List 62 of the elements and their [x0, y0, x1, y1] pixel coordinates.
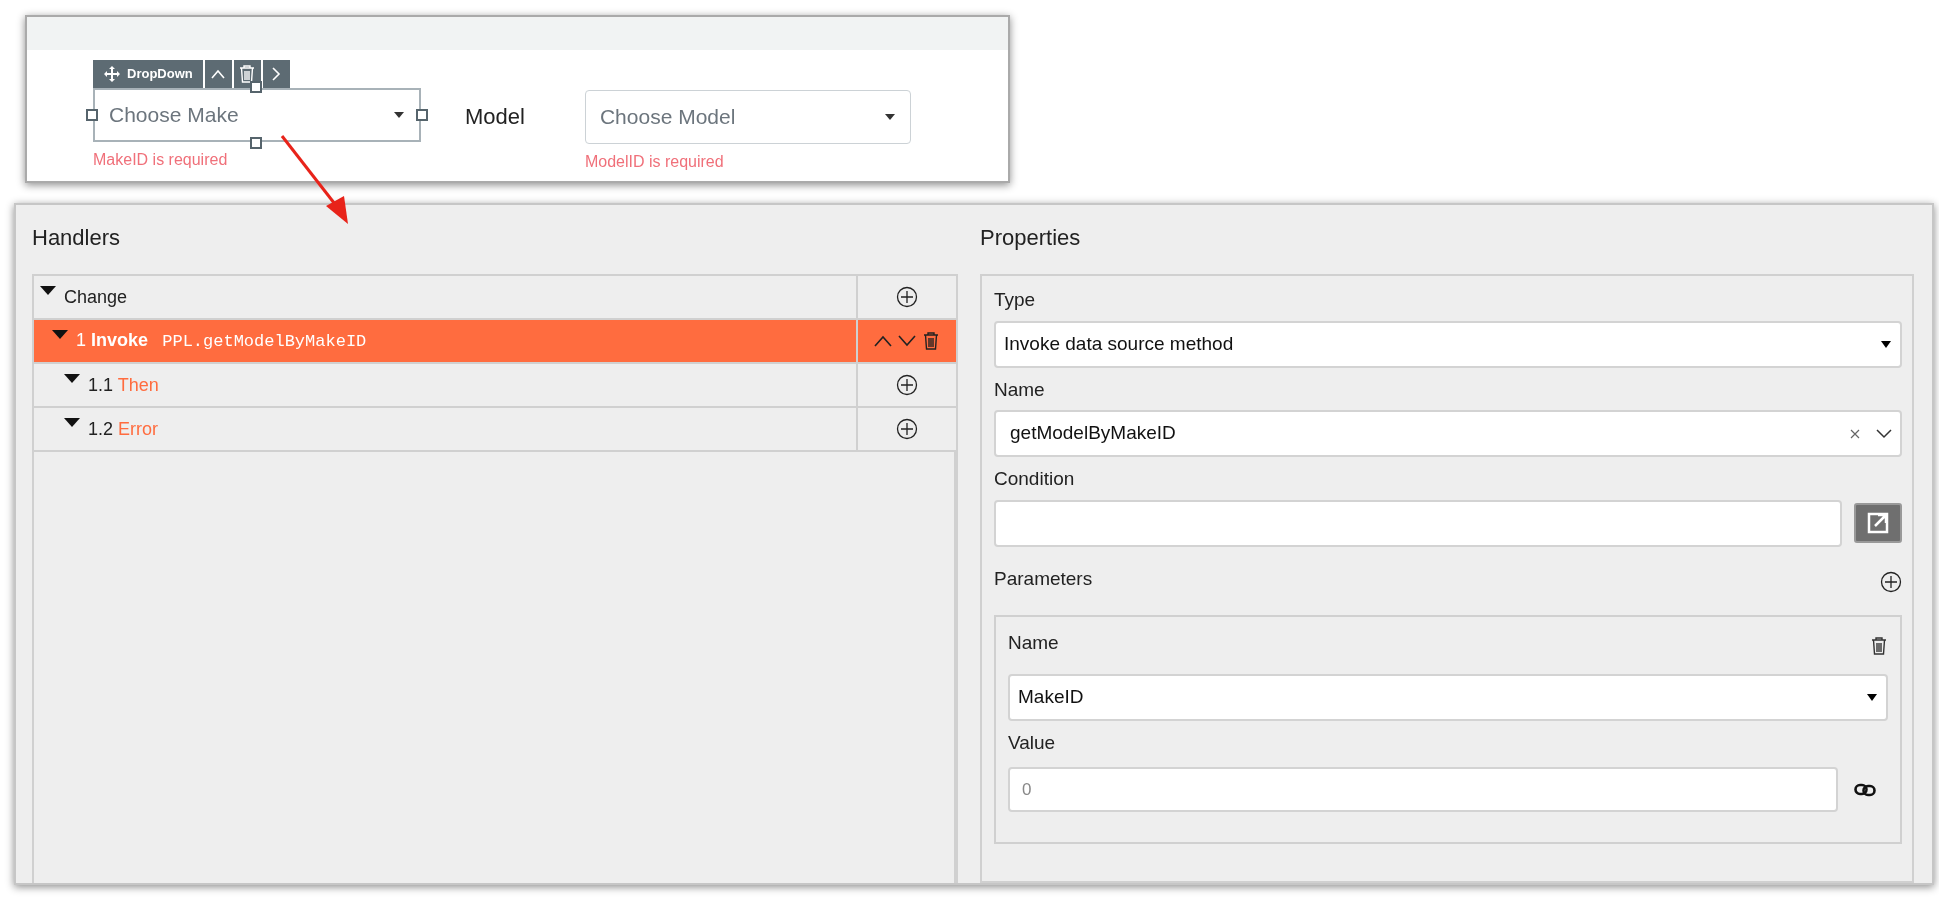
resize-handle[interactable] — [250, 81, 262, 93]
trash-icon — [1870, 636, 1888, 657]
name-select[interactable]: getModelByMakeID — [994, 410, 1902, 457]
dropdown[interactable]: Choose Model — [584, 90, 911, 144]
trash-icon — [238, 64, 257, 84]
resize-handle[interactable] — [416, 109, 428, 121]
condition-field[interactable] — [994, 499, 1842, 547]
trash-icon — [922, 331, 940, 351]
add-button[interactable] — [896, 374, 918, 396]
validation-error: MakeID is required — [93, 150, 229, 170]
caret-icon — [1866, 693, 1878, 701]
chevron-up-icon — [874, 335, 892, 347]
delete-button[interactable] — [1870, 636, 1888, 657]
resize-handle[interactable] — [250, 137, 262, 149]
move-down-button[interactable] — [898, 335, 916, 347]
field-label: Name — [994, 377, 1046, 402]
handler-row[interactable]: 1.1 Then — [34, 364, 956, 408]
panel-title: Handlers — [32, 224, 122, 252]
add-button[interactable] — [1880, 570, 1902, 593]
next-button[interactable] — [262, 60, 290, 88]
type-select[interactable]: Invoke data source method — [994, 320, 1902, 368]
link-icon — [1854, 782, 1876, 797]
chevron-down-icon[interactable] — [1876, 428, 1892, 439]
plus-circle-icon — [896, 286, 918, 308]
section-title: Parameters — [994, 566, 1093, 591]
link-button[interactable] — [1854, 782, 1876, 797]
value-field[interactable]: 0 — [1008, 767, 1838, 812]
plus-circle-icon — [896, 374, 918, 396]
move-up-button[interactable] — [204, 60, 232, 88]
external-link-icon — [1867, 512, 1889, 534]
field-label: Type — [994, 288, 1037, 312]
move-up-button[interactable] — [874, 335, 892, 347]
field-label: Value — [1008, 730, 1057, 755]
drag-handle[interactable]: DropDown — [93, 60, 203, 88]
add-button[interactable] — [896, 418, 918, 440]
handler-row[interactable]: 1.2 Error — [34, 408, 956, 452]
field-label: Name — [1008, 631, 1059, 655]
plus-circle-icon — [1880, 570, 1902, 593]
field-label: Condition — [994, 467, 1076, 491]
caret-icon — [393, 111, 405, 119]
handler-label: 1.1 Then — [88, 373, 159, 397]
resize-handle[interactable] — [86, 109, 98, 121]
add-button[interactable] — [896, 286, 918, 308]
caret-icon — [883, 113, 896, 121]
chevron-up-icon — [211, 69, 226, 79]
dropdown[interactable]: Choose Make — [93, 88, 421, 142]
open-editor-button[interactable] — [1854, 503, 1902, 543]
chevron-down-icon — [898, 335, 916, 347]
validation-error: ModelID is required — [584, 152, 725, 172]
delete-button[interactable] — [233, 60, 261, 88]
event-name: Change — [64, 285, 128, 309]
delete-button[interactable] — [922, 331, 940, 351]
parameter-select[interactable]: MakeID — [1008, 673, 1888, 721]
handler-label: 1.2 Error — [88, 417, 159, 441]
clear-icon[interactable] — [1850, 428, 1860, 439]
caret-icon — [1880, 340, 1892, 348]
handler-label: 1 Invoke PPL.getModelByMakeID — [76, 329, 367, 354]
plus-circle-icon — [896, 418, 918, 440]
chevron-right-icon — [271, 67, 282, 81]
panel-title: Properties — [980, 224, 1082, 252]
field-label: Model — [465, 103, 525, 131]
move-icon — [103, 65, 121, 83]
